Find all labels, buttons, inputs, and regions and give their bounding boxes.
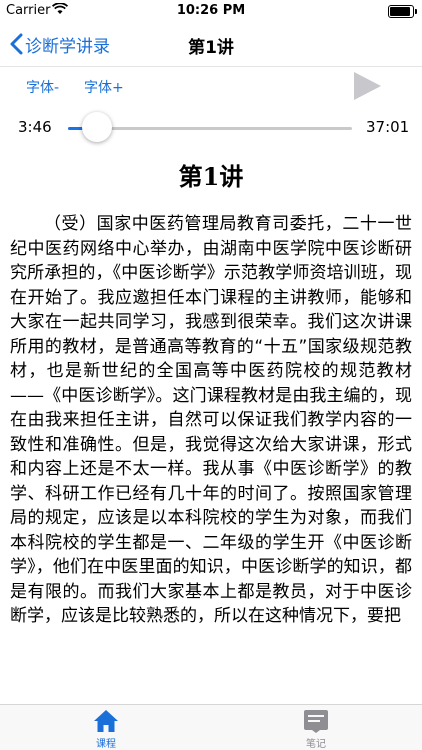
status-time: 10:26 PM bbox=[176, 3, 246, 18]
font-decrease-button[interactable]: 字体- bbox=[26, 77, 59, 97]
status-bar: Carrier 10:26 PM bbox=[0, 0, 422, 22]
lecture-body-text: （受）国家中医药管理局教育司委托，二十一世纪中医药网络中心举办，由湖南中医学院中… bbox=[10, 214, 412, 626]
tab-notes-label: 笔记 bbox=[306, 739, 326, 750]
battery-icon bbox=[388, 5, 417, 18]
tab-bar: 课程 笔记 bbox=[0, 704, 422, 750]
lecture-body-container: （受）国家中医药管理局教育司委托，二十一世纪中医药网络中心举办，由湖南中医学院中… bbox=[10, 212, 412, 705]
tab-courses-label: 课程 bbox=[96, 739, 116, 750]
tab-courses[interactable]: 课程 bbox=[76, 709, 136, 750]
notes-icon bbox=[304, 710, 328, 733]
total-time: 37:01 bbox=[366, 118, 410, 136]
tab-notes[interactable]: 笔记 bbox=[286, 709, 346, 750]
nav-title: 第1讲 bbox=[188, 38, 234, 58]
font-increase-button[interactable]: 字体+ bbox=[84, 77, 124, 97]
current-time: 3:46 bbox=[18, 118, 52, 136]
progress-thumb[interactable] bbox=[81, 112, 112, 142]
lecture-heading: 第1讲 bbox=[178, 162, 244, 191]
navigation-bar: 诊断学讲录 第1讲 bbox=[0, 22, 422, 67]
play-icon[interactable] bbox=[352, 71, 382, 101]
home-icon bbox=[94, 710, 118, 732]
